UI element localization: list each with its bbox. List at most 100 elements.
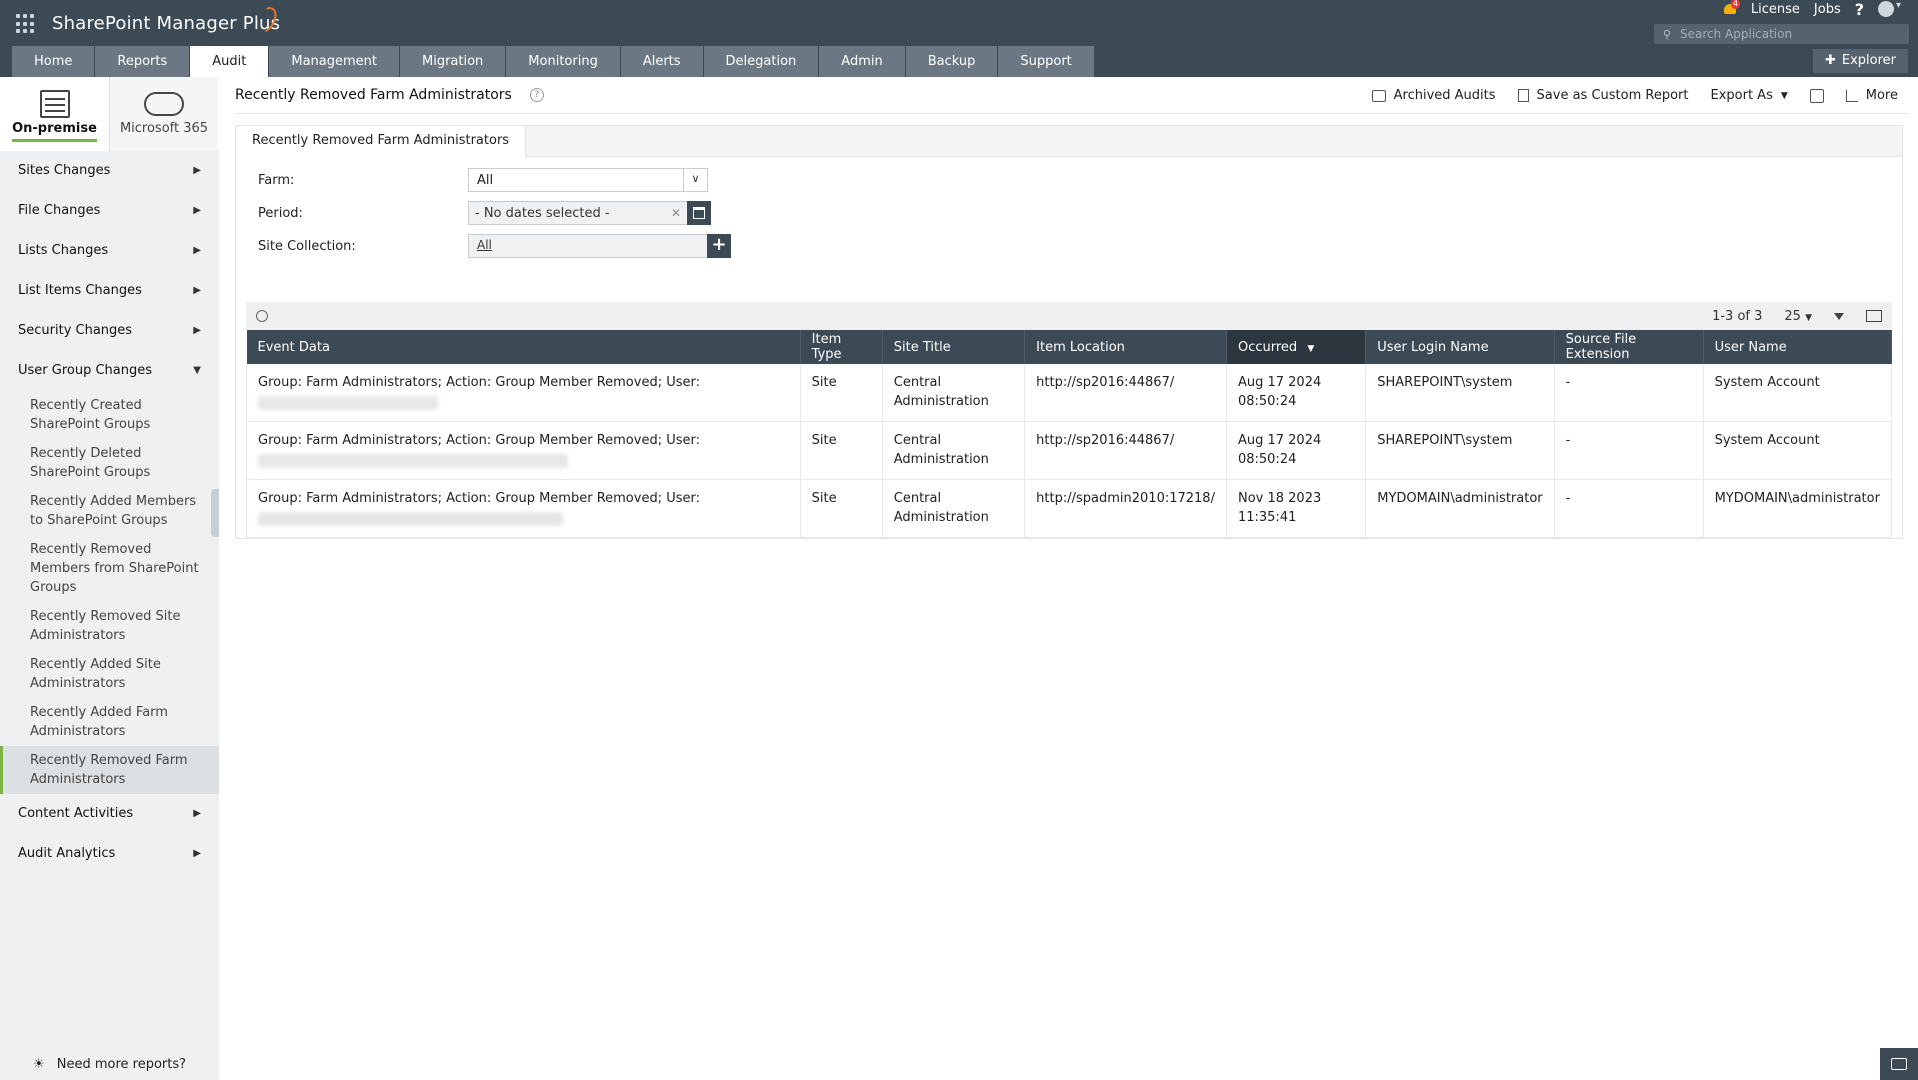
calendar-button[interactable] <box>687 201 711 225</box>
cell-occurred: Aug 17 2024 08:50:24 <box>1226 364 1367 422</box>
cell-occurred: Aug 17 2024 08:50:24 <box>1226 421 1367 480</box>
tab-admin[interactable]: Admin <box>819 46 905 77</box>
period-label: Period: <box>258 205 303 221</box>
column-header-occurred-label: Occurred <box>1237 339 1298 355</box>
mode-microsoft-365[interactable]: Microsoft 365 <box>109 77 218 151</box>
sidebar-subitem-recently-removed-members[interactable]: Recently Removed Members from SharePoint… <box>0 535 219 602</box>
sidebar-subitem-recently-deleted-groups[interactable]: Recently Deleted SharePoint Groups <box>0 439 219 487</box>
filter-icon[interactable] <box>1834 312 1844 320</box>
table-row[interactable]: Group: Farm Administrators; Action: Grou… <box>246 364 1893 422</box>
mode-switch: On-premise Microsoft 365 <box>0 77 219 151</box>
cell-item-location[interactable]: http://sp2016:44867/ <box>1024 421 1227 480</box>
cell-user-name: System Account <box>1703 421 1893 480</box>
save-custom-report-label: Save as Custom Report <box>1536 88 1689 103</box>
search-icon: ⚲ <box>1662 27 1672 41</box>
user-avatar-icon[interactable] <box>1878 0 1901 17</box>
farm-filter-row: Farm: All ∨ <box>258 168 858 192</box>
sidebar-subitem-recently-removed-farm-admins[interactable]: Recently Removed Farm Administrators <box>0 746 219 794</box>
table-row[interactable]: Group: Farm Administrators; Action: Grou… <box>246 479 1893 538</box>
search-application-input[interactable] <box>1680 27 1900 41</box>
help-link[interactable]: ? <box>1855 0 1864 19</box>
notification-bell-icon[interactable]: 4 <box>1723 0 1740 16</box>
cell-item-location[interactable]: http://spadmin2010:17218/ <box>1024 479 1227 538</box>
column-header-item-type[interactable]: Item Type <box>800 330 883 364</box>
sidebar-item-list-items-changes[interactable]: List Items Changes ▶ <box>0 271 219 311</box>
clear-icon[interactable]: ✕ <box>671 206 681 220</box>
caret-right-icon: ▶ <box>193 808 201 819</box>
farm-select[interactable]: All ∨ <box>468 168 708 192</box>
license-link[interactable]: License <box>1751 2 1800 17</box>
more-button[interactable]: More <box>1845 88 1898 103</box>
site-collection-input[interactable]: All <box>468 234 708 258</box>
sidebar-item-label: Content Activities <box>18 806 134 821</box>
period-input[interactable]: - No dates selected - ✕ <box>468 201 688 225</box>
tab-support[interactable]: Support <box>998 46 1094 77</box>
tab-audit[interactable]: Audit <box>190 46 269 77</box>
sidebar-subitem-recently-added-members[interactable]: Recently Added Members to SharePoint Gro… <box>0 487 219 535</box>
sidebar-item-lists-changes[interactable]: Lists Changes ▶ <box>0 231 219 271</box>
column-header-site-title[interactable]: Site Title <box>882 330 1026 364</box>
export-as-button[interactable]: Export As ▼ <box>1710 88 1787 103</box>
panel-tabbar: Recently Removed Farm Administrators <box>236 126 1902 157</box>
explorer-button[interactable]: ✚ Explorer <box>1812 49 1908 73</box>
search-application-box[interactable]: ⚲ <box>1654 24 1909 44</box>
calendar-icon <box>693 207 705 219</box>
cell-source-file-extension: - <box>1554 364 1704 422</box>
add-site-collection-button[interactable]: + <box>707 234 731 258</box>
column-header-user-login-name[interactable]: User Login Name <box>1365 330 1555 364</box>
chat-button[interactable] <box>1880 1048 1918 1080</box>
tab-management[interactable]: Management <box>269 46 399 77</box>
app-grid-icon[interactable] <box>16 14 36 34</box>
sidebar-item-file-changes[interactable]: File Changes ▶ <box>0 191 219 231</box>
table-row[interactable]: Group: Farm Administrators; Action: Grou… <box>246 421 1893 480</box>
help-circle-icon[interactable]: ? <box>529 88 544 102</box>
column-header-event-data[interactable]: Event Data <box>246 330 801 364</box>
cell-occurred: Nov 18 2023 11:35:41 <box>1226 479 1367 538</box>
sidebar-subitem-recently-removed-site-admins[interactable]: Recently Removed Site Administrators <box>0 602 219 650</box>
column-header-occurred[interactable]: Occurred ▼ <box>1226 330 1367 364</box>
need-more-reports-link[interactable]: ☀ Need more reports? <box>0 1057 219 1072</box>
more-label: More <box>1865 88 1898 103</box>
tab-reports[interactable]: Reports <box>95 46 190 77</box>
redacted-user-value <box>258 512 563 526</box>
sidebar-subitem-recently-added-site-admins[interactable]: Recently Added Site Administrators <box>0 650 219 698</box>
explorer-label: Explorer <box>1841 53 1896 68</box>
column-chooser-icon[interactable] <box>1866 310 1882 322</box>
export-as-label: Export As <box>1710 88 1773 103</box>
report-table: Event Data Item Type Site Title Item Loc… <box>246 330 1893 538</box>
sidebar-item-sites-changes[interactable]: Sites Changes ▶ <box>0 151 219 191</box>
save-custom-report-button[interactable]: Save as Custom Report <box>1517 88 1689 103</box>
tab-alerts[interactable]: Alerts <box>620 46 703 77</box>
grid-search-icon[interactable] <box>256 310 268 322</box>
cell-event-data: Group: Farm Administrators; Action: Grou… <box>246 364 801 422</box>
schedule-report-button[interactable] <box>1809 88 1824 103</box>
page-header: Recently Removed Farm Administrators ? A… <box>235 77 1908 114</box>
tab-home[interactable]: Home <box>12 46 95 77</box>
tab-migration[interactable]: Migration <box>400 46 506 77</box>
caret-down-icon: ▼ <box>193 365 201 376</box>
mode-microsoft-365-label: Microsoft 365 <box>119 121 209 136</box>
cell-site-title: Central Administration <box>882 421 1026 480</box>
sidebar-item-content-activities[interactable]: Content Activities ▶ <box>0 794 219 834</box>
mode-on-premise[interactable]: On-premise <box>0 77 109 151</box>
jobs-link[interactable]: Jobs <box>1814 2 1841 17</box>
server-icon <box>39 90 70 118</box>
sidebar-item-security-changes[interactable]: Security Changes ▶ <box>0 311 219 351</box>
tab-monitoring[interactable]: Monitoring <box>506 46 620 77</box>
sidebar-collapse-handle[interactable] <box>211 489 219 537</box>
column-header-user-name[interactable]: User Name <box>1703 330 1893 364</box>
sidebar-subitem-recently-created-groups[interactable]: Recently Created SharePoint Groups <box>0 391 219 439</box>
cell-item-location[interactable]: http://sp2016:44867/ <box>1024 364 1227 422</box>
column-header-item-location[interactable]: Item Location <box>1024 330 1227 364</box>
sidebar-subitem-recently-added-farm-admins[interactable]: Recently Added Farm Administrators <box>0 698 219 746</box>
page-size-select[interactable]: 25 ▼ <box>1784 309 1812 324</box>
tab-delegation[interactable]: Delegation <box>703 46 819 77</box>
archived-audits-button[interactable]: Archived Audits <box>1371 88 1496 103</box>
column-header-source-file-extension[interactable]: Source File Extension <box>1554 330 1704 364</box>
sidebar-item-audit-analytics[interactable]: Audit Analytics ▶ <box>0 834 219 874</box>
tab-backup[interactable]: Backup <box>905 46 998 77</box>
sidebar-item-user-group-changes[interactable]: User Group Changes ▼ <box>0 351 219 391</box>
sidebar-item-label: User Group Changes <box>18 363 153 378</box>
panel-tab-report[interactable]: Recently Removed Farm Administrators <box>236 126 527 157</box>
cell-event-data: Group: Farm Administrators; Action: Grou… <box>246 479 801 538</box>
